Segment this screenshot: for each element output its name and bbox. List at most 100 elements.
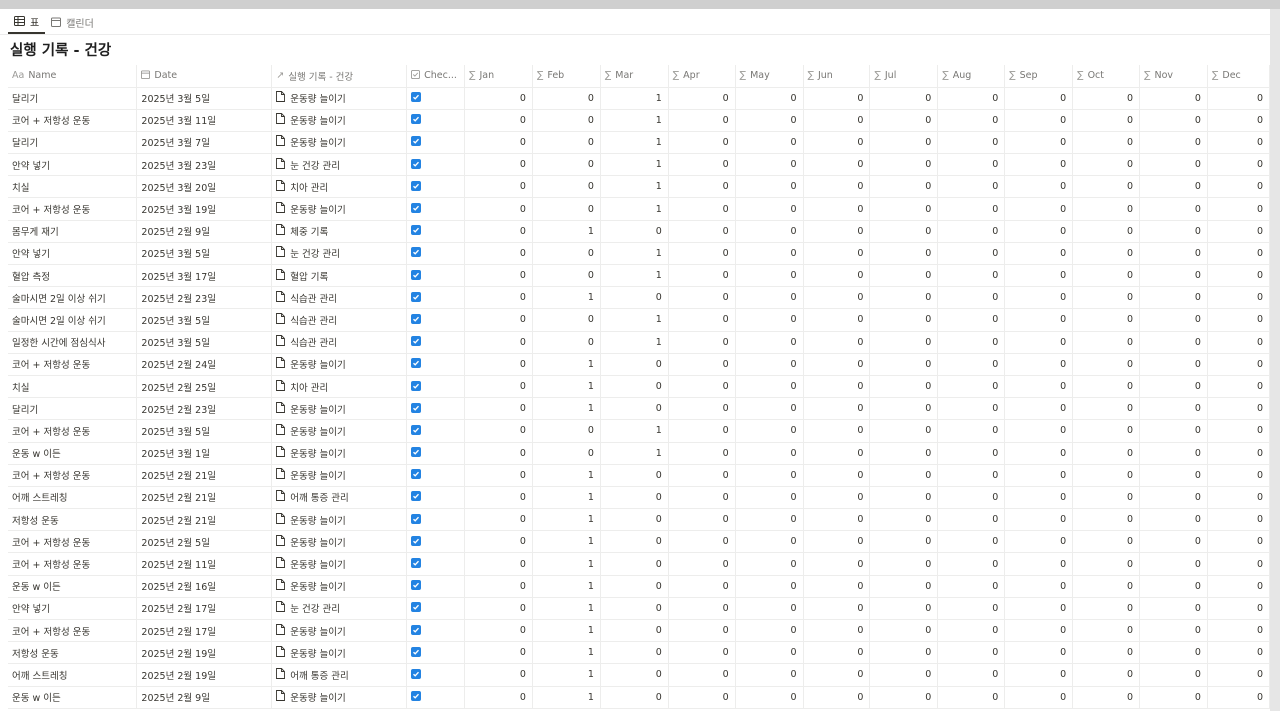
cell-relation[interactable]: 운동량 늘이기 bbox=[271, 619, 408, 643]
checkbox[interactable] bbox=[411, 291, 422, 302]
relation-link[interactable]: 운동량 늘이기 bbox=[290, 557, 345, 571]
relation-link[interactable]: 어깨 통증 관리 bbox=[290, 490, 348, 504]
checkbox[interactable] bbox=[411, 580, 422, 591]
relation-link[interactable]: 운동량 늘이기 bbox=[290, 646, 345, 660]
cell-date[interactable]: 2025년 3월 5일 bbox=[136, 331, 273, 354]
column-header-aug[interactable]: ∑ Aug bbox=[937, 65, 1006, 88]
cell-date[interactable]: 2025년 3월 17일 bbox=[136, 264, 273, 288]
cell-relation[interactable]: 운동량 늘이기 bbox=[271, 508, 408, 532]
cell-relation[interactable]: 운동량 늘이기 bbox=[271, 353, 408, 376]
column-header-feb[interactable]: ∑ Feb bbox=[532, 65, 601, 88]
table-row[interactable]: 코어 + 저항성 운동 2025년 2월 17일 운동량 늘이기 0 1 0 0 0 0 0 0 0 0… bbox=[8, 619, 1270, 643]
checkbox[interactable] bbox=[411, 136, 422, 147]
cell-date[interactable]: 2025년 3월 19일 bbox=[136, 197, 273, 221]
cell-date[interactable]: 2025년 2월 24일 bbox=[136, 353, 273, 376]
cell-relation[interactable]: 운동량 늘이기 bbox=[271, 419, 408, 443]
table-row[interactable]: 안약 넣기 2025년 3월 23일 눈 건강 관리 0 0 1 0 0 0 0 0 0 0 0 0 bbox=[8, 153, 1270, 177]
vertical-scrollbar[interactable] bbox=[1270, 9, 1280, 711]
table-row[interactable]: 저항성 운동 2025년 2월 19일 운동량 늘이기 0 1 0 0 0 0 0 0 0 0 0 0 bbox=[8, 641, 1270, 665]
table-row[interactable]: 달리기 2025년 2월 23일 운동량 늘이기 0 1 0 0 0 0 0 0 0 0 0 0 bbox=[8, 397, 1270, 421]
cell-relation[interactable]: 치아 관리 bbox=[271, 175, 408, 199]
table-row[interactable]: 코어 + 저항성 운동 2025년 2월 21일 운동량 늘이기 0 1 0 0 0 0 0 0 0 0… bbox=[8, 464, 1270, 487]
cell-relation[interactable]: 운동량 늘이기 bbox=[271, 686, 408, 709]
cell-date[interactable]: 2025년 2월 17일 bbox=[136, 619, 273, 643]
table-row[interactable]: 혈압 측정 2025년 3월 17일 혈압 기록 0 0 1 0 0 0 0 0 0 0 0 0 bbox=[8, 264, 1270, 288]
cell-date[interactable]: 2025년 3월 1일 bbox=[136, 442, 273, 465]
relation-link[interactable]: 운동량 늘이기 bbox=[290, 135, 345, 149]
table-row[interactable]: 달리기 2025년 3월 7일 운동량 늘이기 0 0 1 0 0 0 0 0 0 0 0 0 bbox=[8, 131, 1270, 155]
checkbox[interactable] bbox=[411, 513, 422, 524]
table-row[interactable]: 술마시면 2일 이상 쉬기 2025년 2월 23일 식습관 관리 0 1 0 0 0 0 0 0 0… bbox=[8, 286, 1270, 310]
relation-link[interactable]: 식습관 관리 bbox=[290, 335, 337, 349]
cell-name[interactable]: 치실 bbox=[8, 175, 138, 199]
cell-relation[interactable]: 운동량 늘이기 bbox=[271, 641, 408, 665]
relation-link[interactable]: 식습관 관리 bbox=[290, 291, 337, 305]
relation-link[interactable]: 운동량 늘이기 bbox=[290, 402, 345, 416]
column-header-jun[interactable]: ∑ Jun bbox=[803, 65, 871, 88]
table-row[interactable]: 운동 w 이든 2025년 3월 1일 운동량 늘이기 0 0 1 0 0 0 0 0 0 0 0 0 bbox=[8, 442, 1270, 465]
relation-link[interactable]: 눈 건강 관리 bbox=[290, 246, 340, 260]
cell-relation[interactable]: 혈압 기록 bbox=[271, 264, 408, 288]
cell-name[interactable]: 운동 w 이든 bbox=[8, 575, 138, 598]
table-row[interactable]: 운동 w 이든 2025년 2월 9일 운동량 늘이기 0 1 0 0 0 0 0 0 0 0 0 0 bbox=[8, 686, 1270, 709]
relation-link[interactable]: 치아 관리 bbox=[290, 380, 328, 394]
cell-relation[interactable]: 운동량 늘이기 bbox=[271, 552, 408, 576]
cell-name[interactable]: 코어 + 저항성 운동 bbox=[8, 353, 138, 376]
relation-link[interactable]: 운동량 늘이기 bbox=[290, 468, 345, 482]
relation-link[interactable]: 눈 건강 관리 bbox=[290, 601, 340, 615]
cell-relation[interactable]: 운동량 늘이기 bbox=[271, 442, 408, 465]
cell-name[interactable]: 어깨 스트레칭 bbox=[8, 486, 138, 510]
column-header-dec[interactable]: ∑ Dec bbox=[1207, 65, 1270, 88]
cell-date[interactable]: 2025년 3월 11일 bbox=[136, 109, 273, 132]
column-header-mar[interactable]: ∑ Mar bbox=[600, 65, 669, 88]
relation-link[interactable]: 식습관 관리 bbox=[290, 313, 337, 327]
checkbox[interactable] bbox=[411, 313, 422, 324]
cell-name[interactable]: 달리기 bbox=[8, 397, 138, 421]
table-row[interactable]: 안약 넣기 2025년 3월 5일 눈 건강 관리 0 0 1 0 0 0 0 0 0 0 0 0 bbox=[8, 242, 1270, 266]
cell-date[interactable]: 2025년 2월 17일 bbox=[136, 597, 273, 621]
column-header-may[interactable]: ∑ May bbox=[735, 65, 804, 88]
checkbox[interactable] bbox=[411, 203, 422, 214]
checkbox[interactable] bbox=[411, 269, 422, 280]
checkbox[interactable] bbox=[411, 247, 422, 258]
relation-link[interactable]: 운동량 늘이기 bbox=[290, 690, 345, 704]
column-header-jan[interactable]: ∑ Jan bbox=[464, 65, 533, 88]
cell-name[interactable]: 코어 + 저항성 운동 bbox=[8, 109, 138, 132]
cell-relation[interactable]: 치아 관리 bbox=[271, 375, 408, 399]
checkbox[interactable] bbox=[411, 535, 422, 546]
checkbox[interactable] bbox=[411, 646, 422, 657]
checkbox[interactable] bbox=[411, 336, 422, 347]
table-row[interactable]: 코어 + 저항성 운동 2025년 2월 24일 운동량 늘이기 0 1 0 0 0 0 0 0 0 0… bbox=[8, 353, 1270, 376]
relation-link[interactable]: 운동량 늘이기 bbox=[290, 113, 345, 127]
cell-relation[interactable]: 눈 건강 관리 bbox=[271, 242, 408, 266]
cell-date[interactable]: 2025년 2월 21일 bbox=[136, 486, 273, 510]
checkbox[interactable] bbox=[411, 668, 422, 679]
tab-calendar[interactable]: 캘린더 bbox=[45, 10, 100, 34]
cell-date[interactable]: 2025년 3월 20일 bbox=[136, 175, 273, 199]
checkbox[interactable] bbox=[411, 92, 422, 103]
tab-table[interactable]: 표 bbox=[8, 10, 46, 34]
relation-link[interactable]: 혈압 기록 bbox=[290, 269, 328, 283]
cell-date[interactable]: 2025년 3월 23일 bbox=[136, 153, 273, 177]
cell-name[interactable]: 술마시면 2일 이상 쉬기 bbox=[8, 286, 138, 310]
checkbox[interactable] bbox=[411, 558, 422, 569]
relation-link[interactable]: 운동량 늘이기 bbox=[290, 535, 345, 549]
cell-name[interactable]: 운동 w 이든 bbox=[8, 686, 138, 709]
table-row[interactable]: 달리기 2025년 3월 5일 운동량 늘이기 0 0 1 0 0 0 0 0 0 0 0 0 bbox=[8, 87, 1270, 110]
relation-link[interactable]: 운동량 늘이기 bbox=[290, 513, 345, 527]
column-header-date[interactable]: Date bbox=[136, 65, 273, 88]
cell-relation[interactable]: 운동량 늘이기 bbox=[271, 530, 408, 554]
relation-link[interactable]: 체중 기록 bbox=[290, 224, 328, 238]
cell-relation[interactable]: 운동량 늘이기 bbox=[271, 575, 408, 598]
checkbox[interactable] bbox=[411, 447, 422, 458]
checkbox[interactable] bbox=[411, 624, 422, 635]
cell-date[interactable]: 2025년 2월 21일 bbox=[136, 508, 273, 532]
column-header-apr[interactable]: ∑ Apr bbox=[668, 65, 736, 88]
table-row[interactable]: 어깨 스트레칭 2025년 2월 21일 어깨 통증 관리 0 1 0 0 0 0 0 0 0 0 0 0 bbox=[8, 486, 1270, 510]
cell-name[interactable]: 치실 bbox=[8, 375, 138, 399]
checkbox[interactable] bbox=[411, 491, 422, 502]
cell-name[interactable]: 일정한 시간에 점심식사 bbox=[8, 331, 138, 354]
table-row[interactable]: 어깨 스트레칭 2025년 2월 19일 어깨 통증 관리 0 1 0 0 0 0 0 0 0 0 0 0 bbox=[8, 663, 1270, 687]
cell-name[interactable]: 안약 넣기 bbox=[8, 597, 138, 621]
cell-date[interactable]: 2025년 2월 9일 bbox=[136, 686, 273, 709]
